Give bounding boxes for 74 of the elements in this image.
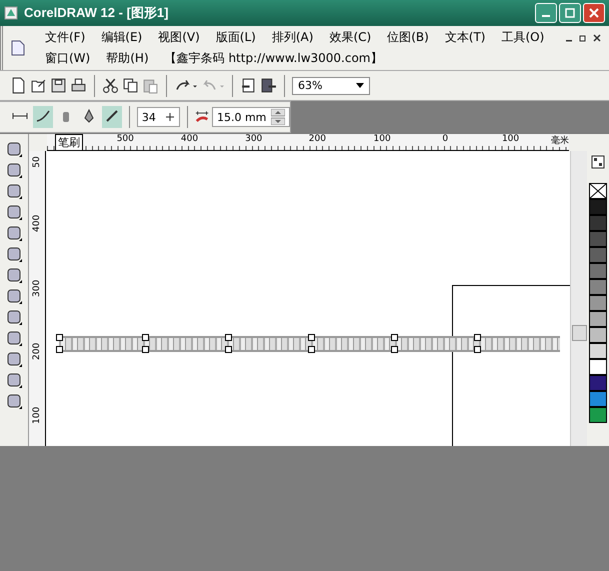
menu-item[interactable]: 位图(B)	[387, 29, 429, 46]
zoom-level-dropdown[interactable]: 63%	[292, 76, 370, 94]
ruler-number: 100	[502, 134, 520, 144]
export-icon[interactable]	[260, 77, 277, 94]
maximize-button[interactable]	[559, 3, 581, 23]
minimize-icon	[542, 15, 550, 17]
close-button[interactable]	[583, 3, 605, 23]
document-icon	[11, 40, 25, 56]
plus-icon	[165, 112, 176, 122]
ruler-number: 0	[442, 134, 448, 144]
color-swatch[interactable]	[589, 199, 607, 215]
ruler-number: 200	[32, 344, 42, 360]
ruler-number: 400	[180, 134, 198, 144]
menu-item[interactable]: 【鑫宇条码 http://www.lw3000.com】	[164, 50, 382, 67]
save-icon[interactable]	[50, 77, 67, 94]
cut-icon[interactable]	[102, 77, 119, 94]
close-icon[interactable]	[593, 34, 601, 42]
color-swatch[interactable]	[589, 375, 607, 391]
ruler-number: 400	[32, 216, 42, 232]
spinner-icon[interactable]	[271, 109, 285, 125]
ruler-number: 300	[32, 280, 42, 297]
color-swatch[interactable]	[589, 263, 607, 279]
color-swatch[interactable]	[589, 215, 607, 231]
menu-item[interactable]: 编辑(E)	[101, 29, 142, 46]
maximize-icon	[565, 8, 575, 18]
color-swatch[interactable]	[589, 279, 607, 295]
menu-item[interactable]: 文本(T)	[444, 29, 486, 46]
ruler-number: 100	[374, 134, 391, 144]
open-icon[interactable]	[30, 77, 47, 94]
color-swatch[interactable]	[589, 327, 607, 343]
close-icon	[589, 8, 599, 18]
brush-stroke[interactable]	[59, 336, 560, 352]
color-swatch[interactable]	[589, 343, 607, 359]
palette-options-icon[interactable]	[591, 155, 605, 169]
minimize-button[interactable]	[535, 3, 557, 23]
vertical-scrollbar[interactable]	[570, 151, 587, 446]
color-swatch[interactable]	[589, 391, 607, 407]
print-icon[interactable]	[70, 77, 87, 94]
color-swatch[interactable]	[589, 407, 607, 423]
menu-item[interactable]: 帮助(H)	[106, 50, 149, 67]
new-document-icon[interactable]	[10, 77, 27, 94]
brush-mode-button[interactable]	[33, 106, 53, 128]
ruler-number: 500	[116, 134, 134, 144]
menu-item[interactable]: 文件(F)	[45, 29, 86, 46]
import-icon[interactable]	[240, 77, 257, 94]
no-color-swatch[interactable]	[589, 183, 607, 199]
ruler-label: 笔刷	[55, 134, 83, 151]
menu-item[interactable]: 效果(C)	[329, 29, 372, 46]
brush-mode-button[interactable]	[102, 106, 122, 128]
restore-icon[interactable]	[579, 34, 587, 42]
color-swatch[interactable]	[589, 231, 607, 247]
scroll-thumb[interactable]	[572, 325, 587, 341]
menu-item[interactable]: 工具(O)	[502, 29, 544, 46]
brush-size-field[interactable]: 34	[136, 107, 180, 127]
menu-item[interactable]: 视图(V)	[158, 29, 200, 46]
ruler-number: 300	[245, 134, 262, 144]
ruler-number: 200	[308, 134, 326, 144]
color-swatch[interactable]	[589, 311, 607, 327]
color-swatch[interactable]	[589, 247, 607, 263]
menu-item[interactable]: 版面(L)	[216, 29, 256, 46]
menu-item[interactable]: 窗口(W)	[45, 50, 90, 67]
window-title: CorelDRAW 12 - [图形1]	[24, 4, 168, 22]
curve-icon	[35, 108, 51, 124]
copy-icon[interactable]	[122, 77, 139, 94]
color-swatch[interactable]	[589, 359, 607, 375]
stroke-width-field[interactable]: 15.0 mm	[212, 107, 290, 127]
ruler-unit: 毫米	[551, 134, 569, 147]
menu-item[interactable]: 排列(A)	[272, 29, 314, 46]
pencil-icon	[104, 108, 120, 124]
ruler-number: 50	[32, 154, 42, 170]
color-swatch[interactable]	[589, 295, 607, 311]
caret-icon	[356, 83, 364, 88]
ruler-number: 100	[32, 408, 42, 424]
app-icon	[4, 6, 18, 20]
